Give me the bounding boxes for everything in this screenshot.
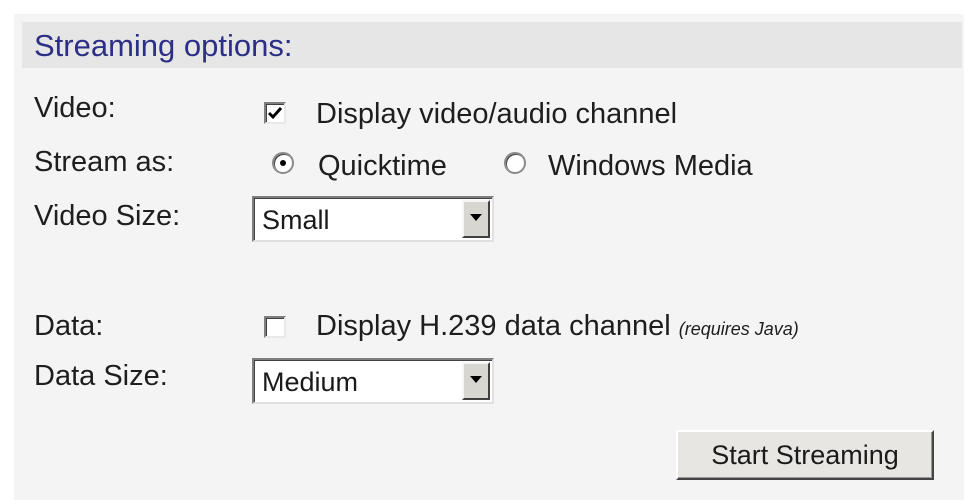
data-size-label: Data Size: [34, 360, 168, 392]
video-size-dropdown-button[interactable] [462, 200, 490, 238]
video-channel-label[interactable]: Display video/audio channel [316, 98, 677, 131]
requires-java-note: (requires Java) [678, 319, 799, 339]
video-label: Video: [34, 92, 116, 124]
data-size-select[interactable]: Medium [252, 358, 494, 404]
video-size-label: Video Size: [34, 200, 181, 232]
video-channel-checkbox[interactable] [264, 102, 286, 124]
streaming-options-panel [14, 14, 964, 500]
data-channel-text: Display H.239 data channel [316, 310, 671, 342]
chevron-down-icon [470, 214, 482, 221]
checkmark-icon [267, 107, 283, 120]
radio-quicktime[interactable] [272, 152, 294, 174]
video-size-value: Small [262, 205, 330, 235]
chevron-down-icon [470, 376, 482, 383]
video-size-select[interactable]: Small [252, 196, 494, 242]
data-channel-label[interactable]: Display H.239 data channel (requires Jav… [316, 310, 799, 343]
section-title: Streaming options: [34, 28, 293, 63]
radio-windows-media[interactable] [504, 152, 526, 174]
radio-quicktime-label[interactable]: Quicktime [318, 150, 447, 183]
data-label: Data: [34, 310, 104, 342]
stream-as-label: Stream as: [34, 146, 175, 178]
data-size-dropdown-button[interactable] [462, 362, 490, 400]
radio-selected-dot [280, 160, 286, 166]
start-streaming-button[interactable]: Start Streaming [676, 430, 934, 480]
radio-windows-media-label[interactable]: Windows Media [548, 150, 753, 183]
data-size-value: Medium [262, 367, 359, 397]
data-channel-checkbox[interactable] [264, 316, 286, 338]
